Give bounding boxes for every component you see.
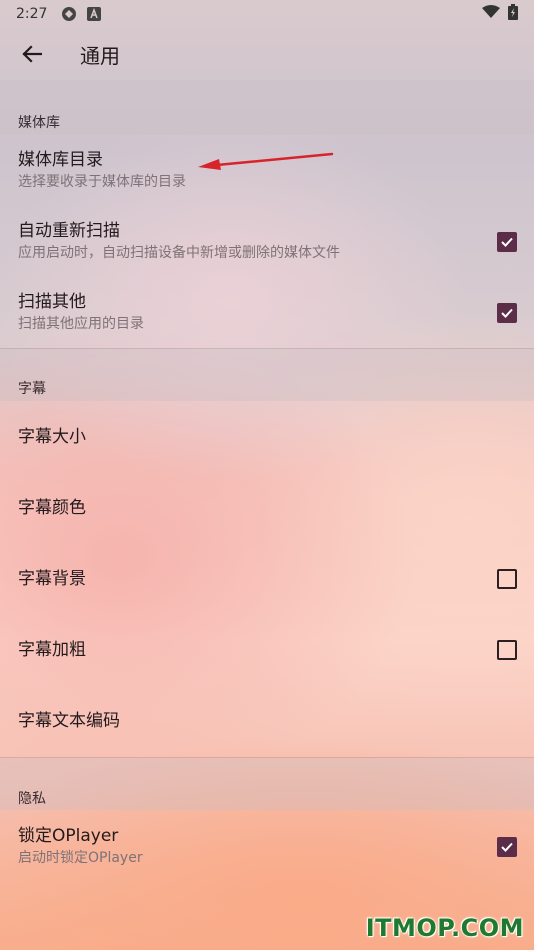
section-divider [0,757,534,758]
scan-other-checkbox[interactable] [497,302,517,323]
status-bar: 2:27 [0,0,534,28]
pref-title: 字幕颜色 [18,497,86,518]
app-bar: 通用 [0,28,534,80]
pref-title: 锁定OPlayer [18,826,119,846]
a-badge-icon [87,7,102,21]
sync-icon [61,6,77,22]
pref-summary: 扫描其他应用的目录 [18,316,144,332]
status-time: 2:27 [16,6,48,22]
wifi-icon [482,5,500,23]
arrow-left-icon [22,45,42,63]
pref-summary: 应用启动时，自动扫描设备中新增或删除的媒体文件 [18,245,340,261]
pref-subtitle-background[interactable]: 字幕背景 [0,543,534,614]
pref-subtitle-bold[interactable]: 字幕加粗 [0,614,534,685]
section-header-media-library: 媒体库 [18,115,60,131]
pref-title: 自动重新扫描 [18,221,120,241]
lock-oplayer-checkbox[interactable] [497,836,517,857]
pref-title: 字幕背景 [18,568,86,589]
section-header-privacy: 隐私 [18,791,46,807]
battery-charging-icon [508,4,518,24]
pref-title: 字幕文本编码 [18,710,120,731]
auto-rescan-checkbox[interactable] [497,231,517,252]
section-header-subtitles: 字幕 [18,381,46,397]
back-button[interactable] [8,30,56,78]
pref-scan-other[interactable]: 扫描其他 扫描其他应用的目录 [0,277,534,348]
subtitle-background-checkbox[interactable] [497,568,517,589]
check-icon [501,308,513,318]
pref-title: 字幕大小 [18,426,86,447]
check-icon [501,842,513,852]
pref-media-library-folders[interactable]: 媒体库目录 选择要收录于媒体库的目录 [0,135,534,206]
pref-title: 字幕加粗 [18,639,86,660]
watermark: ITMOP.COM [365,914,524,942]
section-divider [0,348,534,349]
page-title: 通用 [80,43,120,68]
pref-title: 扫描其他 [18,292,86,312]
subtitle-bold-checkbox[interactable] [497,639,517,660]
pref-lock-oplayer[interactable]: 锁定OPlayer 启动时锁定OPlayer [0,811,534,882]
pref-subtitle-color[interactable]: 字幕颜色 [0,472,534,543]
pref-title: 媒体库目录 [18,150,103,170]
pref-subtitle-encoding[interactable]: 字幕文本编码 [0,685,534,756]
check-icon [501,237,513,247]
pref-summary: 启动时锁定OPlayer [18,850,143,866]
pref-subtitle-size[interactable]: 字幕大小 [0,401,534,472]
pref-summary: 选择要收录于媒体库的目录 [18,174,186,190]
pref-auto-rescan[interactable]: 自动重新扫描 应用启动时，自动扫描设备中新增或删除的媒体文件 [0,206,534,277]
